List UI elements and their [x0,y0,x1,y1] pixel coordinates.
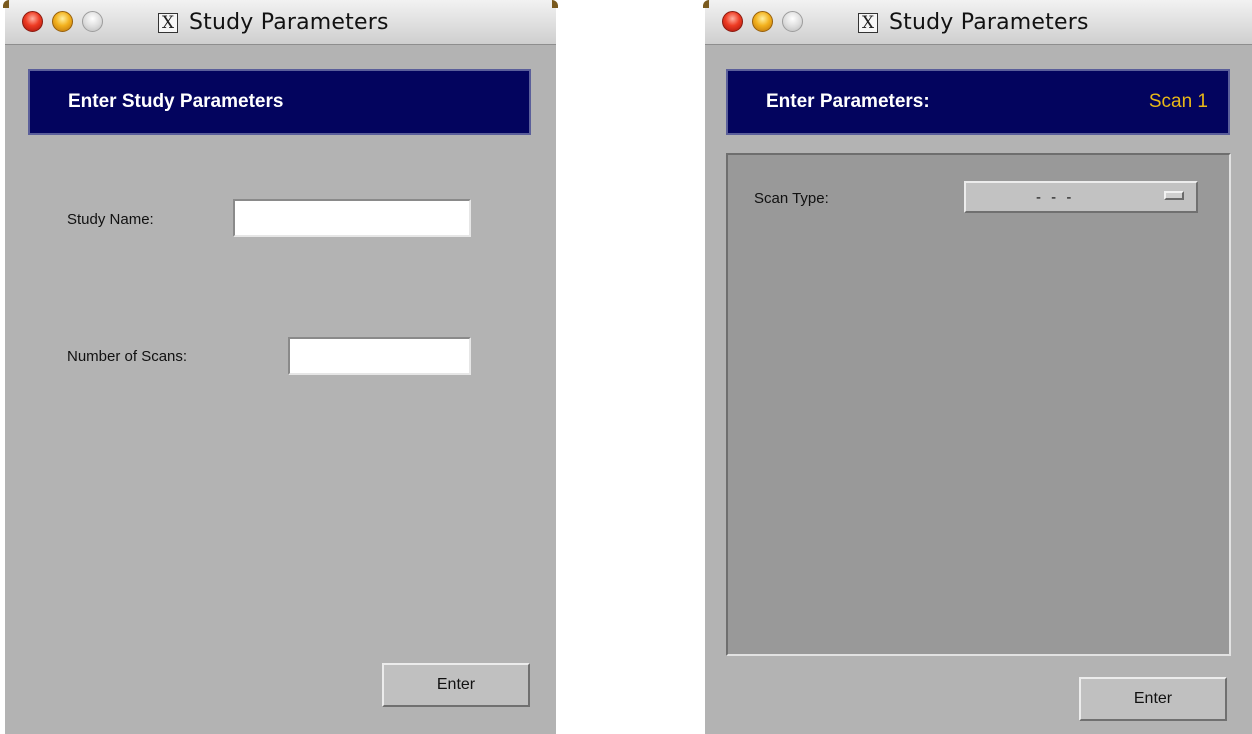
minimize-button[interactable] [752,11,773,32]
study-parameters-window-1: X Study Parameters Enter Study Parameter… [3,0,558,734]
study-name-label: Study Name: [67,211,154,228]
close-button[interactable] [22,11,43,32]
scan-type-label: Scan Type: [754,190,829,207]
enter-button[interactable]: Enter [382,663,530,707]
x11-icon: X [858,13,878,33]
dropdown-indicator-icon [1164,191,1184,200]
scan-type-value: - - - [1036,189,1075,206]
banner-title: Enter Study Parameters [68,91,284,112]
window-corner-right [552,0,558,8]
number-of-scans-label: Number of Scans: [67,348,188,365]
window-title: Study Parameters [889,10,1089,35]
window-corner-left [703,0,709,8]
window-title: Study Parameters [189,10,389,35]
minimize-button[interactable] [52,11,73,32]
zoom-button[interactable] [782,11,803,32]
scan-type-dropdown[interactable]: - - - [964,181,1198,213]
study-name-input[interactable] [233,199,471,237]
window-corner-left [3,0,9,8]
study-parameters-window-2: X Study Parameters Enter Parameters: Sca… [703,0,1252,734]
header-banner: Enter Study Parameters [28,69,531,135]
scan-parameters-panel: Scan Type: - - - [726,153,1231,656]
header-banner: Enter Parameters: Scan 1 [726,69,1230,135]
x11-icon: X [158,13,178,33]
window-titlebar[interactable]: X Study Parameters [3,0,558,45]
zoom-button[interactable] [82,11,103,32]
enter-button[interactable]: Enter [1079,677,1227,721]
close-button[interactable] [722,11,743,32]
scan-indicator: Scan 1 [1148,91,1208,112]
window-titlebar[interactable]: X Study Parameters [703,0,1252,45]
banner-title: Enter Parameters: [766,91,930,112]
number-of-scans-input[interactable] [288,337,471,375]
